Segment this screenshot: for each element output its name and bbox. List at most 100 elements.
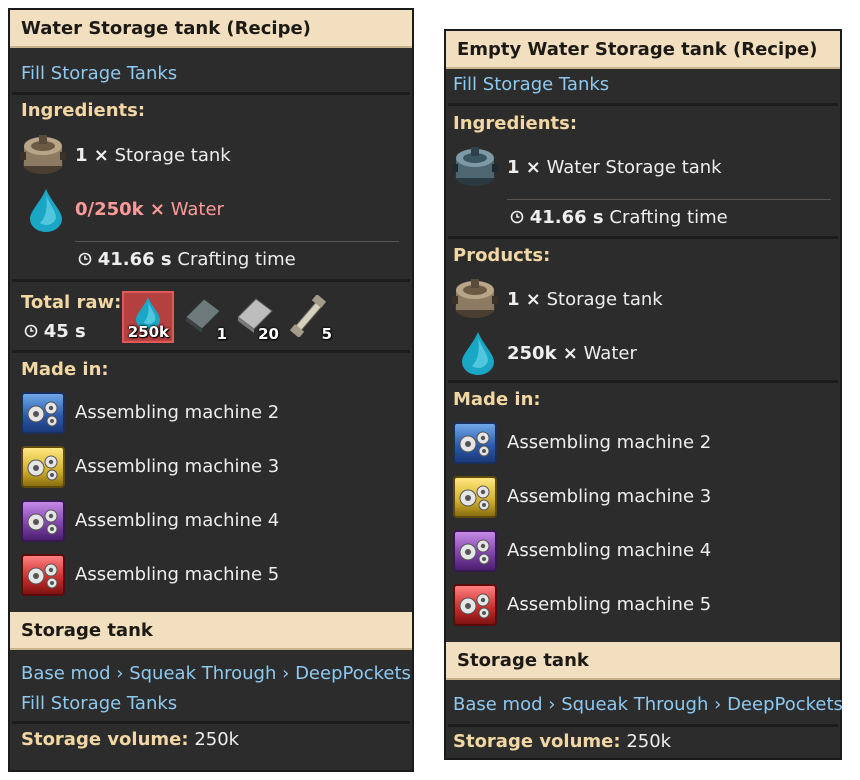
crafting-time-value: 41.66 s xyxy=(97,249,172,270)
ingredient-name: Storage tank xyxy=(114,145,231,166)
product-row: 1 × Storage tank xyxy=(507,289,663,310)
water-storage-tank-icon xyxy=(452,146,498,188)
breadcrumb-separator: › xyxy=(548,694,556,715)
storage-tank-icon xyxy=(20,134,66,176)
divider xyxy=(12,721,410,724)
made-in-item: Assembling machine 4 xyxy=(75,510,280,531)
divider xyxy=(12,350,410,353)
ingredient-row: 0/250k × Water xyxy=(75,199,224,220)
ingredients-title: Ingredients: xyxy=(453,113,578,134)
made-in-item: Assembling machine 2 xyxy=(75,402,280,423)
assembling-machine-2-icon xyxy=(453,422,497,464)
recipe-title: Empty Water Storage tank (Recipe) xyxy=(446,31,840,69)
storage-volume: Storage volume: 250k xyxy=(21,729,239,750)
products-title: Products: xyxy=(453,245,551,266)
breadcrumb-base-mod[interactable]: Base mod xyxy=(453,694,543,715)
assembling-machine-2-icon xyxy=(21,392,65,434)
storage-volume: Storage volume: 250k xyxy=(453,731,671,752)
item-title: Storage tank xyxy=(10,612,412,650)
gears-icon xyxy=(24,398,62,428)
crafting-time: 41.66 s Crafting time xyxy=(510,207,728,228)
breadcrumb-deeppockets[interactable]: DeepPockets xyxy=(295,663,411,684)
raw-item-count: 20 xyxy=(258,325,279,343)
gears-icon xyxy=(456,482,494,512)
storage-volume-label: Storage volume: xyxy=(453,731,621,752)
gears-icon xyxy=(24,506,62,536)
item-title: Storage tank xyxy=(446,642,840,680)
ingredient-amount: 1 × xyxy=(507,157,541,178)
assembling-machine-5-icon xyxy=(453,584,497,626)
made-in-item: Assembling machine 2 xyxy=(507,432,712,453)
divider xyxy=(448,236,838,239)
crafting-time-label: Crafting time xyxy=(177,249,296,270)
mod-breadcrumb: Base mod › Squeak Through › DeepPockets xyxy=(21,663,411,684)
assembling-machine-3-icon xyxy=(21,446,65,488)
raw-item-pipe[interactable]: 5 xyxy=(283,291,335,343)
storage-tank-icon xyxy=(452,278,498,320)
raw-item-count: 5 xyxy=(321,325,332,343)
product-amount: 250k × xyxy=(507,343,578,364)
made-in-title: Made in: xyxy=(21,359,109,380)
raw-item-water[interactable]: 250k xyxy=(122,291,174,343)
water-drop-icon xyxy=(26,187,66,233)
gears-icon xyxy=(24,452,62,482)
made-in-item: Assembling machine 3 xyxy=(75,456,280,477)
clock-icon xyxy=(24,324,38,338)
clock-icon xyxy=(510,210,524,224)
breadcrumb-base-mod[interactable]: Base mod xyxy=(21,663,111,684)
breadcrumb-squeak-through[interactable]: Squeak Through xyxy=(561,694,708,715)
total-raw-time-value: 45 s xyxy=(43,321,86,342)
product-name: Water xyxy=(583,343,637,364)
divider xyxy=(448,103,838,106)
made-in-title: Made in: xyxy=(453,389,541,410)
divider xyxy=(12,92,410,95)
ingredient-row: 1 × Water Storage tank xyxy=(507,157,722,178)
product-amount: 1 × xyxy=(507,289,541,310)
breadcrumb-separator: › xyxy=(714,694,722,715)
assembling-machine-5-icon xyxy=(21,554,65,596)
storage-volume-value: 250k xyxy=(626,731,672,752)
divider xyxy=(75,241,399,242)
raw-item-count: 1 xyxy=(216,325,227,343)
crafting-time: 41.66 s Crafting time xyxy=(78,249,296,270)
right-recipe-tooltip: Empty Water Storage tank (Recipe) Fill S… xyxy=(444,29,843,760)
made-in-item: Assembling machine 4 xyxy=(507,540,712,561)
gears-icon xyxy=(456,428,494,458)
breadcrumb-squeak-through[interactable]: Squeak Through xyxy=(129,663,276,684)
made-in-item: Assembling machine 3 xyxy=(507,486,712,507)
total-raw-title: Total raw: xyxy=(21,292,122,313)
crafting-time-label: Crafting time xyxy=(609,207,728,228)
left-recipe-tooltip: Water Storage tank (Recipe) Fill Storage… xyxy=(8,8,414,772)
item-category-link[interactable]: Fill Storage Tanks xyxy=(21,693,177,714)
breadcrumb-separator: › xyxy=(282,663,290,684)
raw-item-count: 250k xyxy=(127,323,169,341)
ingredients-title: Ingredients: xyxy=(21,100,146,121)
divider xyxy=(448,724,838,727)
water-drop-icon xyxy=(458,330,498,376)
recipe-category-link[interactable]: Fill Storage Tanks xyxy=(453,74,609,95)
ingredient-row: 1 × Storage tank xyxy=(75,145,231,166)
crafting-time-value: 41.66 s xyxy=(529,207,604,228)
product-name: Storage tank xyxy=(546,289,663,310)
ingredient-amount: 1 × xyxy=(75,145,109,166)
gears-icon xyxy=(456,536,494,566)
recipe-category-link[interactable]: Fill Storage Tanks xyxy=(21,63,177,84)
product-row: 250k × Water xyxy=(507,343,637,364)
raw-item-steel-plate[interactable]: 20 xyxy=(230,291,282,343)
gears-icon xyxy=(456,590,494,620)
storage-volume-label: Storage volume: xyxy=(21,729,189,750)
breadcrumb-deeppockets[interactable]: DeepPockets xyxy=(727,694,843,715)
divider xyxy=(507,199,831,200)
ingredient-name: Water Storage tank xyxy=(546,157,722,178)
ingredient-name: Water xyxy=(170,199,224,220)
storage-volume-value: 250k xyxy=(194,729,240,750)
total-raw-time: 45 s xyxy=(24,321,86,342)
divider xyxy=(12,279,410,282)
breadcrumb-separator: › xyxy=(116,663,124,684)
clock-icon xyxy=(78,252,92,266)
assembling-machine-3-icon xyxy=(453,476,497,518)
raw-item-dark-plate[interactable]: 1 xyxy=(178,291,230,343)
gears-icon xyxy=(24,560,62,590)
recipe-title: Water Storage tank (Recipe) xyxy=(10,10,412,48)
made-in-item: Assembling machine 5 xyxy=(75,564,280,585)
